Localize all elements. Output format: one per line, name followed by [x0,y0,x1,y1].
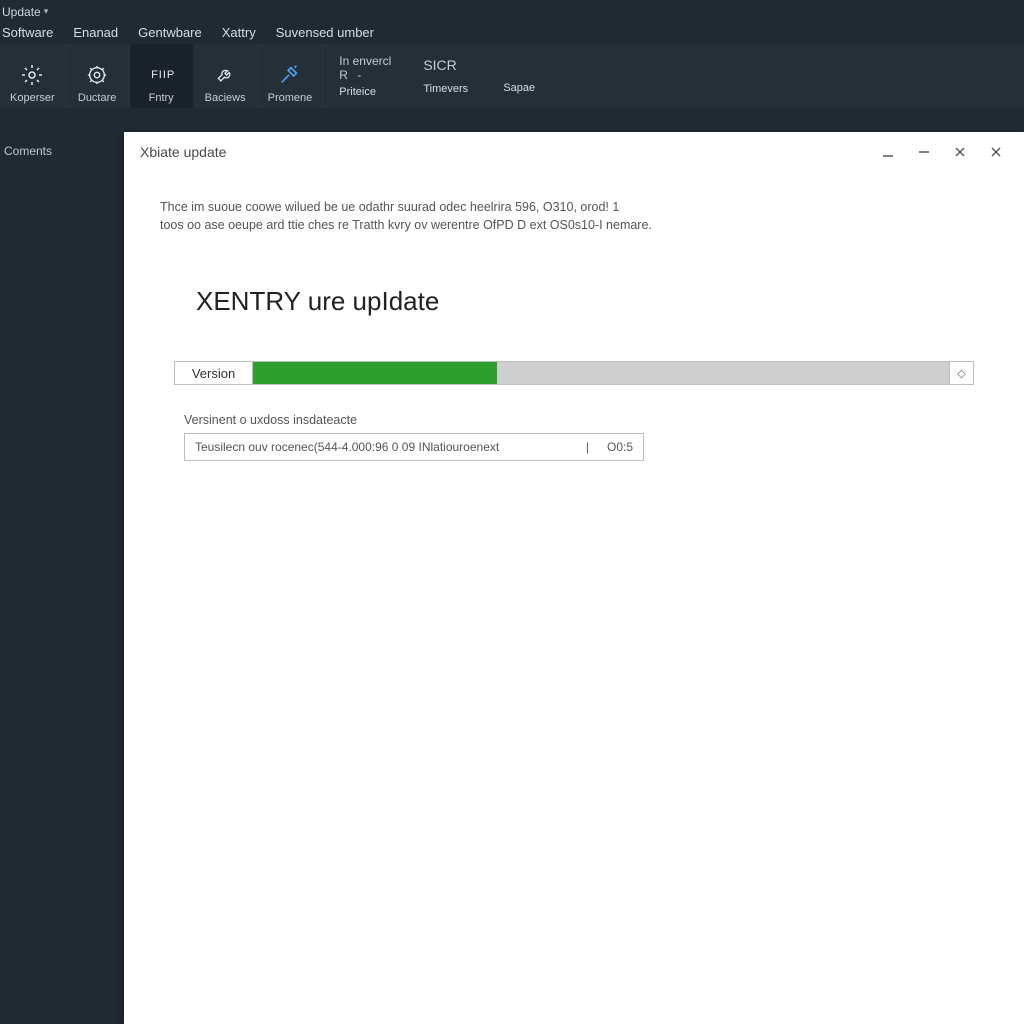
ribbon-text-line2: R - [339,68,364,82]
menu-suvensed[interactable]: Suvensed umber [266,23,384,42]
progress-fill [253,362,497,384]
ribbon-label: Fntry [149,92,174,104]
ribbon-baciews[interactable]: Baciews [194,44,258,108]
ribbon-fntry[interactable]: FIIP Fntry [130,44,194,108]
details-box: Teusilecn ouv rocenec(544-4.000:96 0 09 … [184,433,644,461]
update-window: Xbiate update Thce im suoue coowe wilued… [124,132,1024,1024]
ribbon-koperser[interactable]: Koperser [0,44,66,108]
dropdown-caret-icon: ▾ [44,6,49,17]
menu-bar: Software Enanad Gentwbare Xattry Suvense… [0,20,1024,44]
menu-enanad[interactable]: Enanad [63,23,128,42]
details-subheading: Versinent o uxdoss insdateacte [184,413,974,427]
progress-label: Version [175,362,253,384]
monitor-icon: FIIP [147,62,175,88]
ribbon-text-line2: SICR [423,57,456,73]
gear-icon [83,62,111,88]
ribbon-timevers[interactable]: SICR Timevers [407,44,487,108]
ribbon-label: Sapae [503,82,535,94]
details-separator: | [586,440,589,454]
ribbon-label: Koperser [10,92,55,104]
progress-row: Version ◇ [174,361,974,385]
ribbon-priteice[interactable]: In envercl R - Priteice [323,44,407,108]
ribbon-sapae[interactable]: Sapae [487,44,567,108]
hammer-icon [276,62,304,88]
target-icon [18,62,46,88]
menu-gentwbare[interactable]: Gentwbare [128,23,212,42]
progress-track [253,362,949,384]
message-line-2: toos oo ase oeupe ard ttie ches re Tratt… [160,216,780,234]
ribbon-label: Baciews [205,92,246,104]
details-left: Teusilecn ouv rocenec(544-4.000:96 0 09 … [195,440,499,454]
minimize-button[interactable] [870,134,906,170]
window-titlebar: Xbiate update [124,132,1024,172]
menu-xattry[interactable]: Xattry [212,23,266,42]
menu-software[interactable]: Software [2,23,63,42]
ribbon-text-line1: In envercl [339,54,391,68]
ribbon-ductare[interactable]: Ductare [66,44,130,108]
ribbon-label: Priteice [339,86,376,98]
ribbon-subtext: FIIP [151,69,175,81]
details-right: O0:5 [607,440,633,454]
ribbon-promene[interactable]: Promene [258,44,324,108]
close-button-secondary[interactable] [978,134,1014,170]
ribbon-label: Timevers [423,83,468,95]
close-button[interactable] [942,134,978,170]
ribbon-label: Promene [268,92,313,104]
restore-button[interactable] [906,134,942,170]
ribbon-label: Ductare [78,92,117,104]
wrench-icon [211,62,239,88]
window-title: Xbiate update [140,144,226,160]
ribbon-toolbar: Koperser Ductare FIIP Fntry Baciews [0,44,1024,108]
app-title: Update [2,5,41,19]
progress-endcap-icon: ◇ [949,362,973,384]
update-heading: XENTRY ure upIdate [196,286,984,317]
message-line-1: Thce im suoue coowe wilued be ue odathr … [160,198,780,216]
sidebar-label: Coments [4,144,52,158]
